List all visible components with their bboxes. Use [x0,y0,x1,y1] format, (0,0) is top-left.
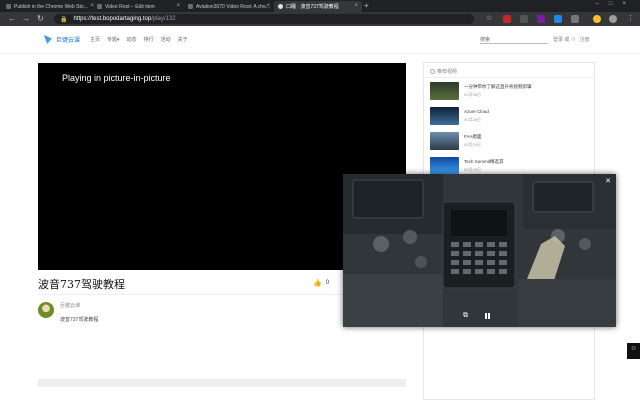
register-link[interactable]: 注册 [580,37,590,43]
item-date: 00月19日 [464,142,481,147]
video-title: 波音737驾驶教程 [38,278,125,291]
video-thumbnail [430,132,459,150]
lock-icon: 🔒 [60,16,68,23]
item-title: Tech Summit精选其 [464,159,504,164]
browser-tab-strip: Publish in the Chrome Web Sto... × Video… [0,0,640,12]
pip-window[interactable]: ✕ ⧉ [343,174,616,327]
site-header: 巨键云课 主页 专题▾ 动态 排行 活动 关于 搜索 登录 或 ⚇ 注册 [0,26,640,54]
nav-item-topics[interactable]: 专题▾ [107,36,120,43]
forward-arrow-icon[interactable]: → [22,14,30,23]
browser-tab-2[interactable]: Video Root – Edit item × [93,1,184,12]
browser-tab-3[interactable]: Aviation3070 Video Root: A che... × [184,1,274,12]
tab-favicon-icon [97,4,102,9]
search-input[interactable]: 搜索 [480,34,548,44]
tab-title: Video Root – Edit item [105,3,155,10]
user-icon: ⚇ [570,37,576,43]
browser-toolbar: ← → ↻ 🔒 https://test.bopodartaging.top /… [0,12,640,26]
cockpit-video-frame [343,174,616,327]
video-thumbnail [430,157,459,175]
item-title: FAA舱面 [464,134,482,139]
list-item[interactable]: FAA舱面 00月19日 [430,132,590,152]
logo-text: 巨键云课 [56,38,81,44]
video-description: 波音737驾驶教程 [60,317,99,323]
login-link[interactable]: 登录 [553,37,563,43]
tab-title: Aviation3070 Video Root: A che... [196,3,271,10]
or-text: 或 [564,37,570,43]
pip-close-icon[interactable]: ✕ [605,177,611,185]
item-date: 00月28日 [464,92,481,97]
item-date: 00月19日 [464,167,481,172]
tab-close-icon[interactable]: × [176,3,180,9]
pause-icon[interactable] [485,313,490,319]
tab-title: Publish in the Chrome Web Sto... [14,3,88,10]
like-count: 0 [325,280,330,286]
item-title: 一分钟带你了解这直升机视频剪辑 [464,84,532,89]
video-thumbnail [430,107,459,125]
address-bar[interactable]: 🔒 https://test.bopodartaging.top /play/1… [54,14,474,24]
reload-icon[interactable]: ↻ [37,14,44,23]
nav-item-events[interactable]: 活动 [161,36,171,43]
logo-mark-icon [44,35,52,44]
main-nav: 主页 专题▾ 动态 排行 活动 关于 [90,36,195,43]
menu-kebab-icon[interactable]: ⋮ [627,14,634,22]
nav-item-home[interactable]: 主页 [90,36,100,43]
auth-links: 登录 或 ⚇ 注册 [553,36,590,43]
tab-close-icon[interactable]: × [354,3,358,9]
window-controls[interactable]: –□× [596,1,636,7]
extension-icon[interactable] [520,15,528,23]
nav-item-ranking[interactable]: 排行 [144,36,154,43]
bookmark-star-icon[interactable]: ☆ [486,14,492,22]
divider [424,77,594,78]
url-path: /play/132 [151,16,176,22]
list-item[interactable]: Azure Cloud 00月28日 [430,107,590,127]
pip-placeholder-message: Playing in picture-in-picture [62,73,171,83]
panel-title: 推荐视频 [430,68,457,75]
like-button[interactable]: 👍 0 [313,279,329,287]
back-arrow-icon[interactable]: ← [8,14,16,23]
tab-favicon-icon [278,4,283,9]
site-logo[interactable]: 巨键云课 [44,35,80,44]
profile-avatar-icon[interactable] [593,15,601,23]
author-name[interactable]: 巨键云课 [60,302,80,309]
extension-icon[interactable] [503,15,511,23]
nav-item-activity[interactable]: 动态 [127,36,137,43]
tab-favicon-icon [188,4,193,9]
back-to-tab-icon[interactable]: ⧉ [463,312,468,320]
panel-title-text: 推荐视频 [437,69,458,75]
author-avatar[interactable] [38,302,54,318]
recommend-icon [430,69,435,74]
video-thumbnail [430,82,459,100]
comment-bar [38,379,406,387]
thumbs-up-icon: 👍 [313,280,322,287]
browser-tab-1[interactable]: Publish in the Chrome Web Sto... × [2,1,98,12]
item-title: Azure Cloud [464,109,489,114]
list-item[interactable]: 一分钟带你了解这直升机视频剪辑 00月28日 [430,82,590,102]
new-tab-icon[interactable]: + [364,1,369,10]
item-date: 00月28日 [464,117,481,122]
tab-favicon-icon [6,4,11,9]
tab-title: 口睡 · 波音737驾驶教程 [286,4,339,10]
browser-tab-active[interactable]: 口睡 · 波音737驾驶教程 × [274,1,362,12]
extension-icon[interactable] [537,15,545,23]
url-host: https://test.bopodartaging.top [73,16,152,22]
nav-item-about[interactable]: 关于 [178,36,188,43]
extension-icon[interactable] [554,15,562,23]
tab-close-icon[interactable]: × [266,3,270,9]
floating-user-icon[interactable]: ⚇ [627,343,640,359]
profile-icon[interactable] [609,15,617,23]
extensions-puzzle-icon[interactable] [571,15,579,23]
